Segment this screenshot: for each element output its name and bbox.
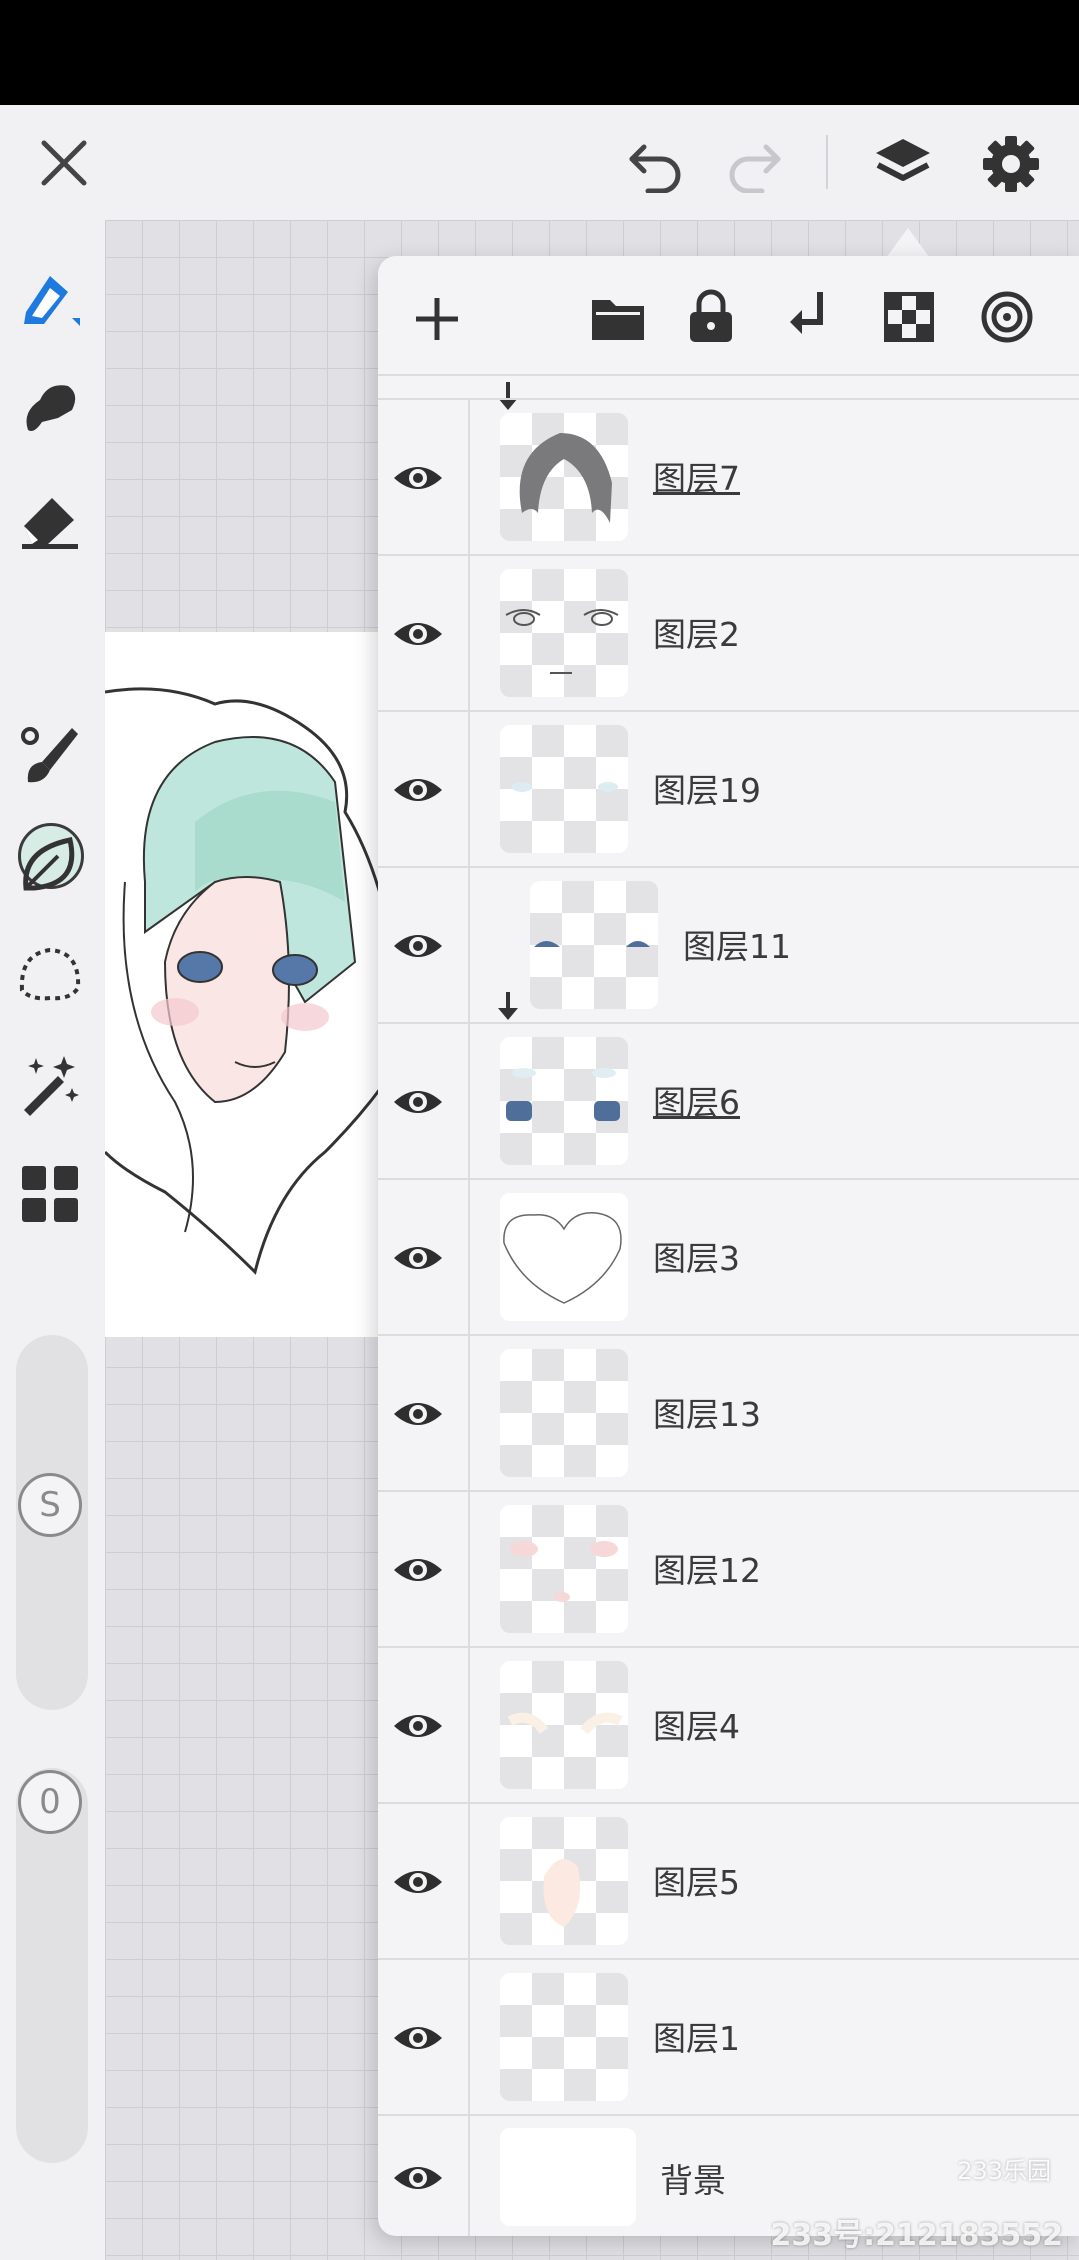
eye-icon[interactable] [392,1856,444,1908]
eraser-icon[interactable] [14,482,86,554]
layer-name: 图层1 [653,2019,740,2058]
eye-icon[interactable] [392,1544,444,1596]
layer-name: 图层19 [653,771,761,810]
layer-separator [468,712,470,866]
layer-name: 图层6 [653,1083,740,1122]
layer-row[interactable]: 图层11 [378,866,1079,1022]
clip-indicator [490,988,526,1024]
layer-separator [468,2116,470,2236]
gear-icon[interactable] [980,133,1042,195]
layer-separator [468,1492,470,1646]
brush-icon[interactable] [14,718,86,790]
layer-name: 图层12 [653,1551,761,1590]
layer-row[interactable]: 图层4 [378,1646,1079,1802]
layer-row[interactable]: 图层2 [378,554,1079,710]
layers-icon[interactable] [872,133,934,195]
layer-name: 图层4 [653,1707,740,1746]
layer-thumbnail [500,569,628,697]
smudge-icon[interactable] [14,372,86,444]
layer-panel-toolbar [378,256,1079,376]
size-slider-knob[interactable]: S [18,1473,82,1537]
blur-leaf-icon[interactable] [14,828,86,900]
top-bar [0,105,1079,220]
eye-icon[interactable] [392,2152,444,2204]
eye-icon[interactable] [392,1076,444,1128]
eye-icon[interactable] [392,764,444,816]
layer-separator [468,1024,470,1178]
eye-icon[interactable] [392,1388,444,1440]
layer-row[interactable]: 图层1 [378,1958,1079,2114]
layer-thumbnail [500,413,628,541]
layer-thumbnail [500,1817,628,1945]
layer-thumbnail [500,725,628,853]
background-thumbnail [500,2128,636,2226]
pen-icon[interactable] [14,262,86,334]
layer-thumbnail [500,1505,628,1633]
left-toolbar: S 0 [0,220,105,2260]
layer-separator [468,1804,470,1958]
layer-thumbnail [500,1661,628,1789]
layer-row[interactable]: 图层19 [378,710,1079,866]
layer-name: 图层7 [653,459,740,498]
clip-icon[interactable] [786,288,832,344]
layer-row[interactable]: 图层3 [378,1178,1079,1334]
layer-row[interactable]: 图层6 [378,1022,1079,1178]
layer-row[interactable]: 图层13 [378,1334,1079,1490]
redo-icon[interactable] [722,137,786,193]
layer-thumbnail [500,1037,628,1165]
eye-icon[interactable] [392,1232,444,1284]
layer-row[interactable]: 图层5 [378,1802,1079,1958]
eye-icon[interactable] [392,452,444,504]
brush-size-slider[interactable]: S [16,1335,88,1710]
status-bar [0,0,1079,105]
layer-name: 图层11 [683,927,791,966]
topbar-divider [826,135,828,189]
add-icon[interactable] [412,294,462,344]
magic-wand-icon[interactable] [14,1048,86,1120]
opacity-slider[interactable]: 0 [16,1768,88,2163]
undo-icon[interactable] [624,137,688,193]
eye-icon[interactable] [392,1700,444,1752]
layer-panel: 图层7 图层2 图层19 图层11 图层6 图层3 图层13 图层12 图层4 … [378,256,1079,2236]
layer-separator [468,1180,470,1334]
layer-separator [468,1336,470,1490]
layer-separator [468,1648,470,1802]
layer-thumbnail [500,1349,628,1477]
layer-separator [468,400,470,554]
layer-row[interactable]: 图层7 [378,398,1079,554]
layer-separator [468,1960,470,2114]
panel-pointer [886,228,930,258]
layer-row[interactable]: 图层12 [378,1490,1079,1646]
grid-menu-icon[interactable] [14,1158,86,1230]
folder-icon[interactable] [590,292,646,344]
alpha-lock-icon[interactable] [884,292,934,342]
layer-separator [468,868,470,1022]
layer-thumbnail [500,1973,628,2101]
layer-name: 图层13 [653,1395,761,1434]
lock-icon[interactable] [686,288,736,344]
watermark-logo: 233乐园 [957,2157,1051,2185]
layer-name: 图层2 [653,615,740,654]
eye-icon[interactable] [392,2012,444,2064]
watermark-id: 233号:212183552 [770,2218,1064,2253]
layer-thumbnail [500,1193,628,1321]
layer-separator [468,556,470,710]
eye-icon[interactable] [392,920,444,972]
layer-name: 图层3 [653,1239,740,1278]
close-icon[interactable] [34,133,94,193]
layer-name: 图层5 [653,1863,740,1902]
eye-icon[interactable] [392,608,444,660]
blend-mode-icon[interactable] [980,290,1034,344]
opacity-slider-knob[interactable]: 0 [18,1770,82,1834]
layer-name: 背景 [660,2161,726,2200]
lasso-icon[interactable] [14,938,86,1010]
layer-thumbnail [530,881,658,1009]
